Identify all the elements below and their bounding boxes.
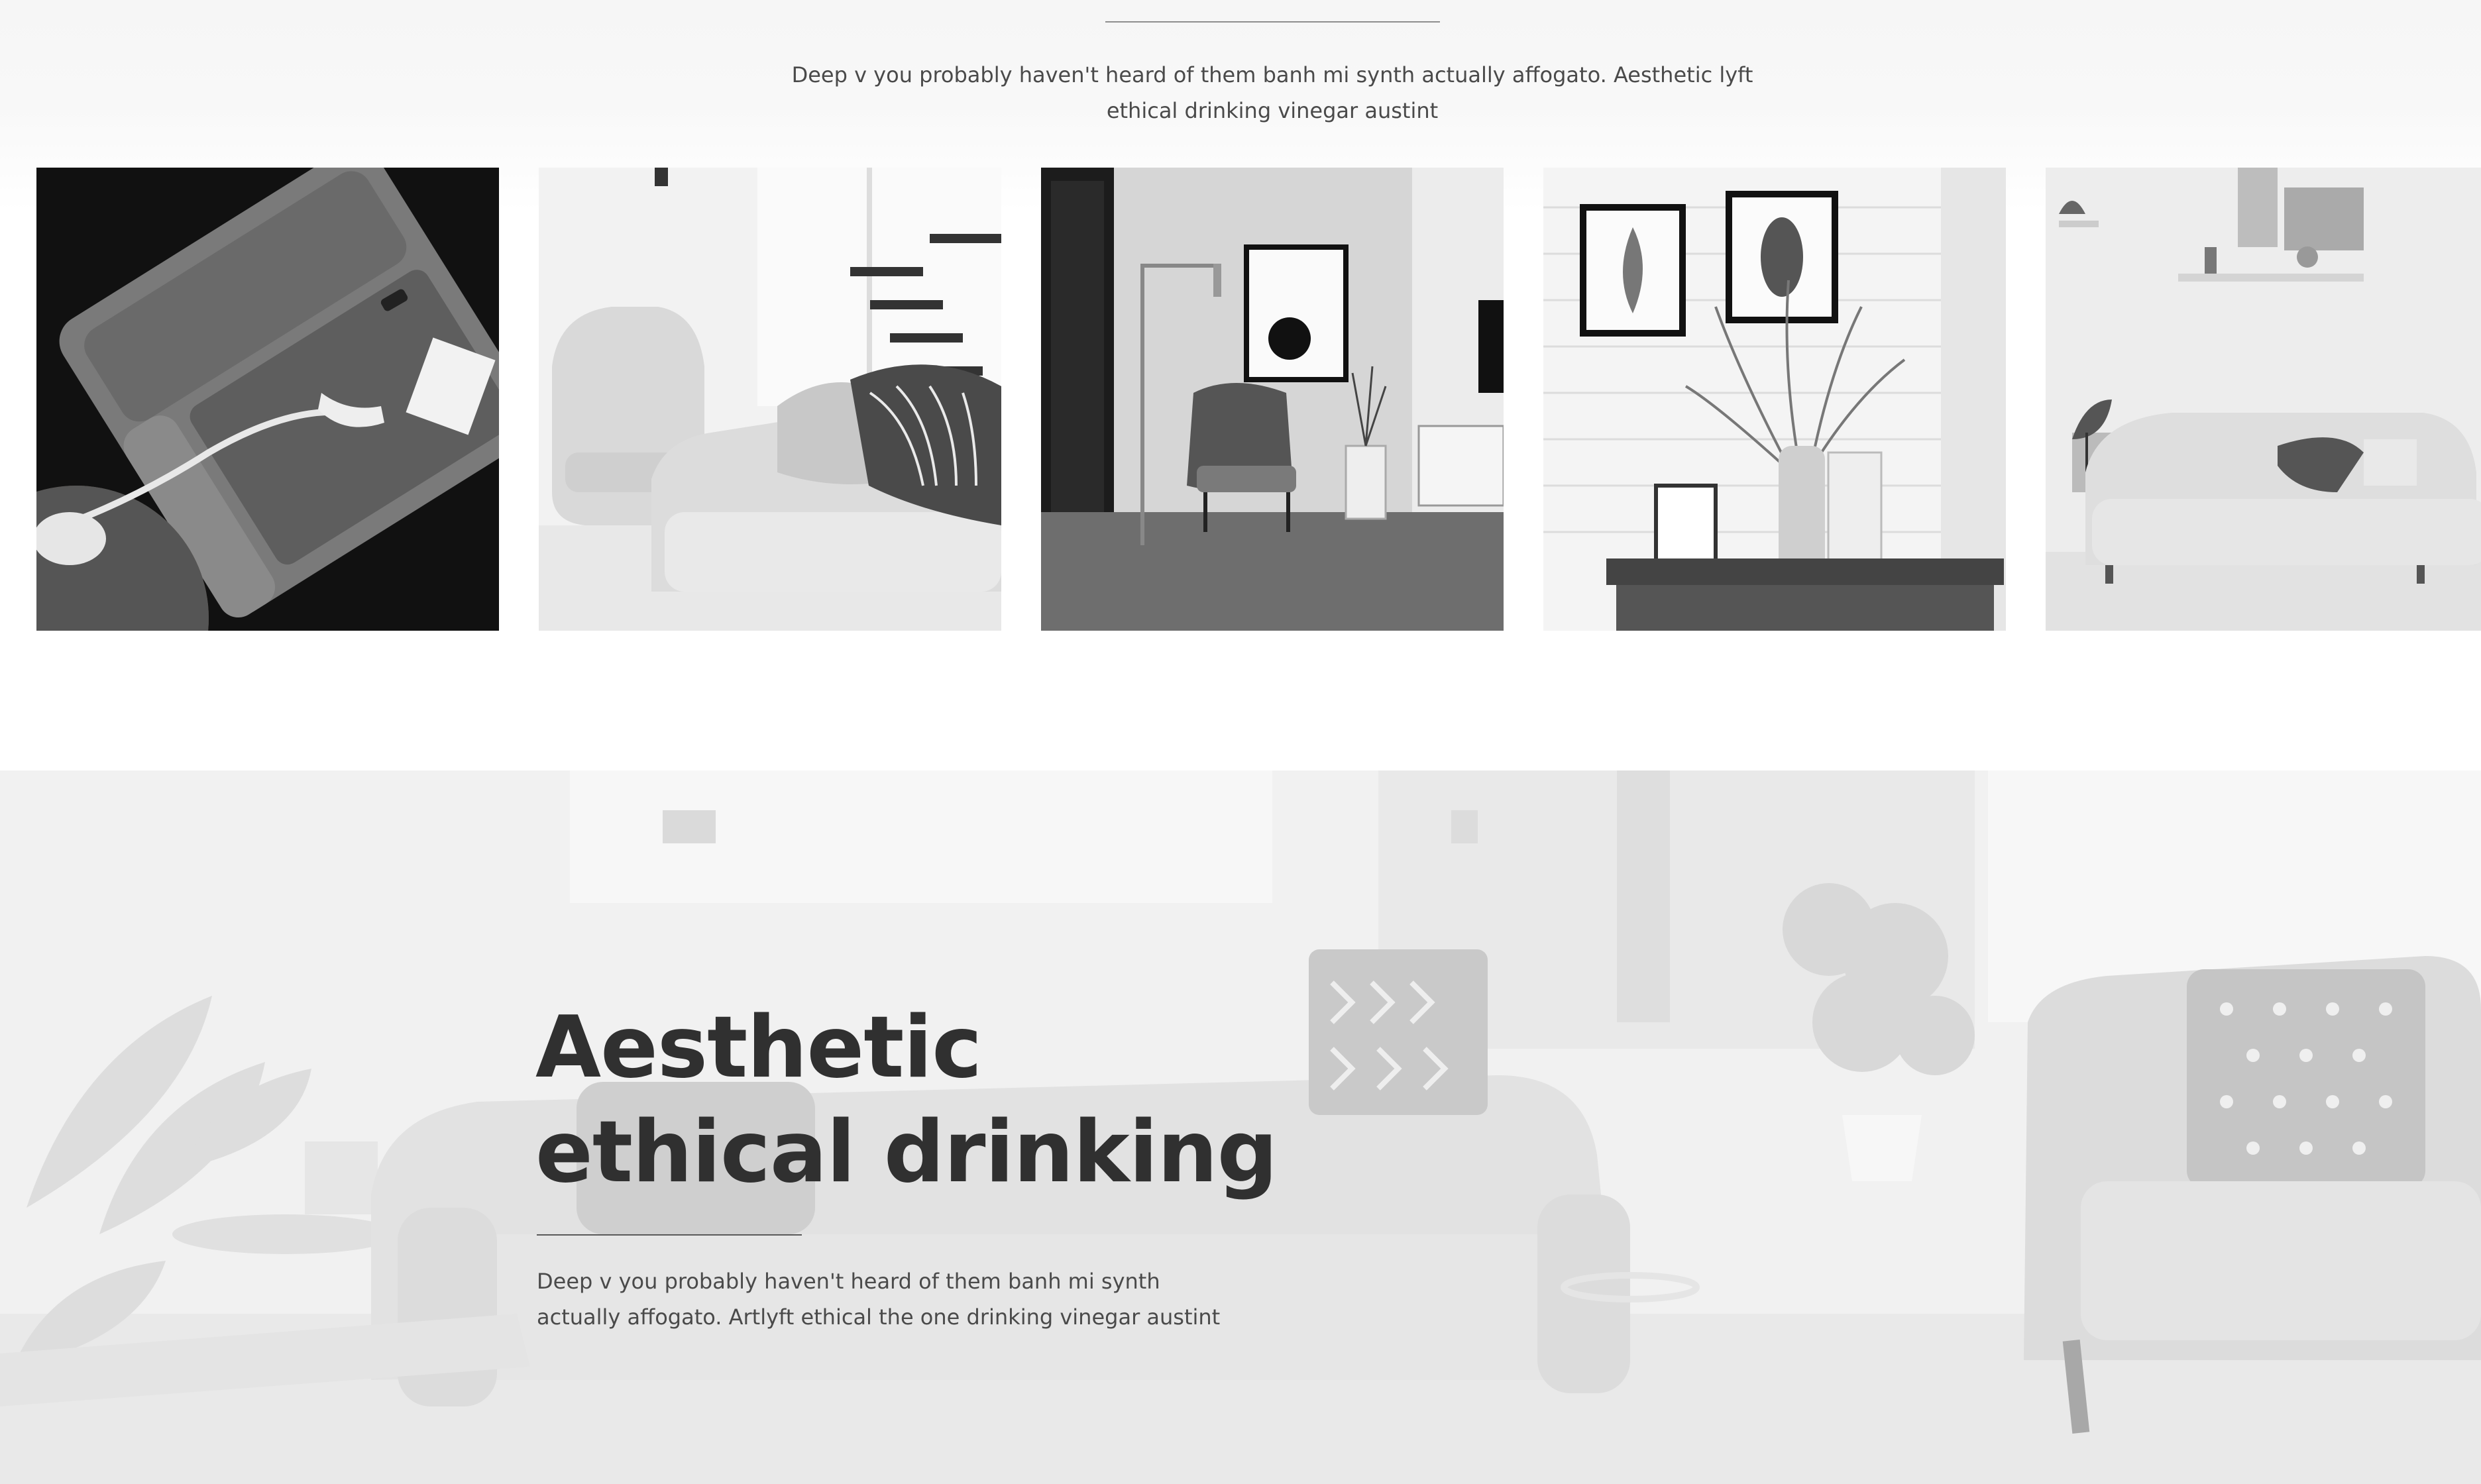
gallery-photo-chair-lamp[interactable] <box>1041 168 1504 631</box>
gallery-photo-sofa-telephone[interactable] <box>36 168 499 631</box>
hero-text: Deep v you probably haven't heard of the… <box>537 1269 1221 1330</box>
gallery-photo-prints-vase[interactable] <box>1543 168 2006 631</box>
gallery-section: Deep v you probably haven't heard of the… <box>0 0 2481 770</box>
hero-title-line-2: ethical drinking <box>535 1103 1278 1202</box>
hero-title: Aesthetic ethical drinking <box>535 996 1278 1205</box>
hero-divider <box>537 1234 802 1236</box>
section-divider <box>1105 21 1440 23</box>
hero-section: Aesthetic ethical drinking Deep v you pr… <box>0 770 2481 1484</box>
gallery-photo-armchair-sofa[interactable] <box>539 168 1001 631</box>
gallery-intro-text: Deep v you probably haven't heard of the… <box>791 62 1753 123</box>
gallery-photo-sofa-shelf[interactable] <box>2046 168 2481 631</box>
hero-title-line-1: Aesthetic <box>535 998 982 1097</box>
